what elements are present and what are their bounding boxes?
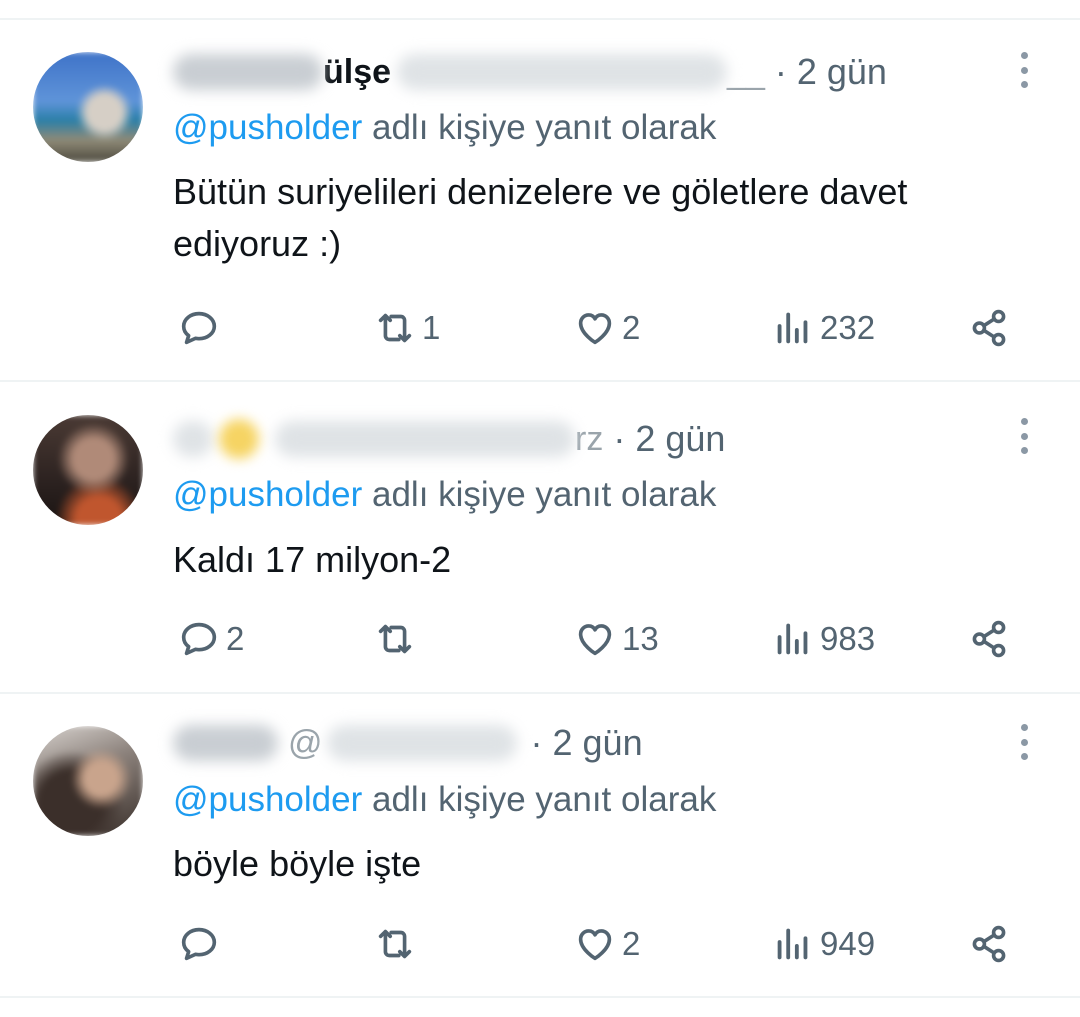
- reply-button[interactable]: [176, 304, 226, 352]
- mention-link[interactable]: @pusholder: [173, 475, 362, 514]
- replying-to-label: adlı kişiye yanıt olarak: [372, 475, 717, 514]
- tweet-3[interactable]: @ · 2 gün @pusholder adlı kişiye yanıt o…: [0, 694, 1080, 994]
- tweet-text: Bütün suriyelileri denizelere ve göletle…: [173, 166, 1053, 270]
- timestamp[interactable]: · 2 gün: [775, 51, 887, 93]
- tweet-text: böyle böyle işte: [173, 838, 1053, 890]
- reply-icon: [181, 622, 217, 656]
- views-button[interactable]: 232: [770, 304, 875, 352]
- retweet-icon: [378, 929, 412, 959]
- tweet-text-line: ediyoruz :): [173, 223, 342, 264]
- blurred-handle: [275, 421, 575, 457]
- reply-count: 2: [226, 620, 245, 657]
- tweet-header: rz · 2 gün: [173, 415, 725, 463]
- handle[interactable]: rz: [575, 420, 603, 459]
- mention-link[interactable]: @pusholder: [173, 780, 362, 819]
- views-count: 983: [820, 620, 876, 657]
- divider: [0, 996, 1080, 998]
- mention-link[interactable]: @pusholder: [173, 108, 362, 147]
- timestamp[interactable]: · 2 gün: [613, 418, 725, 460]
- tweet-header: @ · 2 gün: [173, 719, 643, 767]
- retweet-icon: [378, 313, 412, 343]
- avatar[interactable]: [33, 52, 143, 162]
- like-count: 2: [622, 925, 641, 962]
- share-icon: [972, 309, 1006, 347]
- replying-to-label: adlı kişiye yanıt olarak: [372, 108, 717, 147]
- like-button[interactable]: 2: [572, 920, 640, 968]
- retweet-icon: [378, 624, 412, 654]
- views-button[interactable]: 949: [770, 920, 875, 968]
- share-button[interactable]: [966, 615, 1012, 663]
- replying-to: @pusholder adlı kişiye yanıt olarak: [173, 475, 716, 515]
- retweet-button[interactable]: 1: [372, 304, 440, 352]
- emoji: [219, 419, 259, 459]
- retweet-button[interactable]: [372, 615, 422, 663]
- handle[interactable]: __: [727, 53, 765, 92]
- action-bar: 2 949: [0, 920, 1080, 968]
- reply-button[interactable]: [176, 920, 226, 968]
- avatar[interactable]: [33, 415, 143, 525]
- display-name[interactable]: ülşe: [323, 53, 391, 92]
- blurred-display-name: [173, 54, 323, 90]
- like-button[interactable]: 13: [572, 615, 659, 663]
- share-button[interactable]: [966, 920, 1012, 968]
- views-icon: [777, 623, 808, 655]
- more-dots-icon[interactable]: [1012, 724, 1036, 760]
- blurred-handle: [397, 54, 728, 90]
- blurred-display-name: [173, 421, 213, 457]
- more-dots-icon[interactable]: [1012, 52, 1036, 88]
- replying-to: @pusholder adlı kişiye yanıt olarak: [173, 108, 716, 148]
- timestamp[interactable]: · 2 gün: [531, 722, 643, 764]
- reply-button[interactable]: 2: [176, 615, 244, 663]
- like-count: 2: [622, 309, 641, 346]
- action-bar: 2 13 983: [0, 615, 1080, 663]
- share-button[interactable]: [966, 304, 1012, 352]
- blurred-handle: [326, 725, 517, 761]
- heart-icon: [578, 313, 612, 345]
- tweet-text-line: Bütün suriyelileri denizelere ve göletle…: [173, 171, 908, 212]
- tweet-text: Kaldı 17 milyon-2: [173, 534, 1053, 586]
- like-button[interactable]: 2: [572, 304, 640, 352]
- heart-icon: [578, 929, 612, 961]
- reply-icon: [181, 927, 217, 961]
- share-icon: [972, 620, 1006, 658]
- share-icon: [972, 925, 1006, 963]
- blurred-display-name: [173, 725, 278, 761]
- retweet-count: 1: [422, 309, 441, 346]
- tweet-1[interactable]: ülşe __ · 2 gün @pusholder adlı kişiye y…: [0, 0, 1080, 380]
- tweet-text-line: Kaldı 17 milyon-2: [173, 539, 452, 580]
- reply-icon: [181, 311, 217, 345]
- views-count: 232: [820, 309, 876, 346]
- tweet-header: ülşe __ · 2 gün: [173, 48, 887, 96]
- views-icon: [777, 928, 808, 960]
- views-count: 949: [820, 925, 876, 962]
- replying-to-label: adlı kişiye yanıt olarak: [372, 780, 717, 819]
- retweet-button[interactable]: [372, 920, 422, 968]
- tweet-2[interactable]: rz · 2 gün @pusholder adlı kişiye yanıt …: [0, 382, 1080, 692]
- views-icon: [777, 312, 808, 344]
- more-dots-icon[interactable]: [1012, 418, 1036, 454]
- handle[interactable]: @: [288, 724, 323, 763]
- avatar[interactable]: [33, 726, 143, 836]
- heart-icon: [578, 624, 612, 656]
- like-count: 13: [622, 620, 659, 657]
- replying-to: @pusholder adlı kişiye yanıt olarak: [173, 780, 716, 820]
- views-button[interactable]: 983: [770, 615, 875, 663]
- action-bar: 1 2 232: [0, 304, 1080, 352]
- tweet-text-line: böyle böyle işte: [173, 843, 422, 884]
